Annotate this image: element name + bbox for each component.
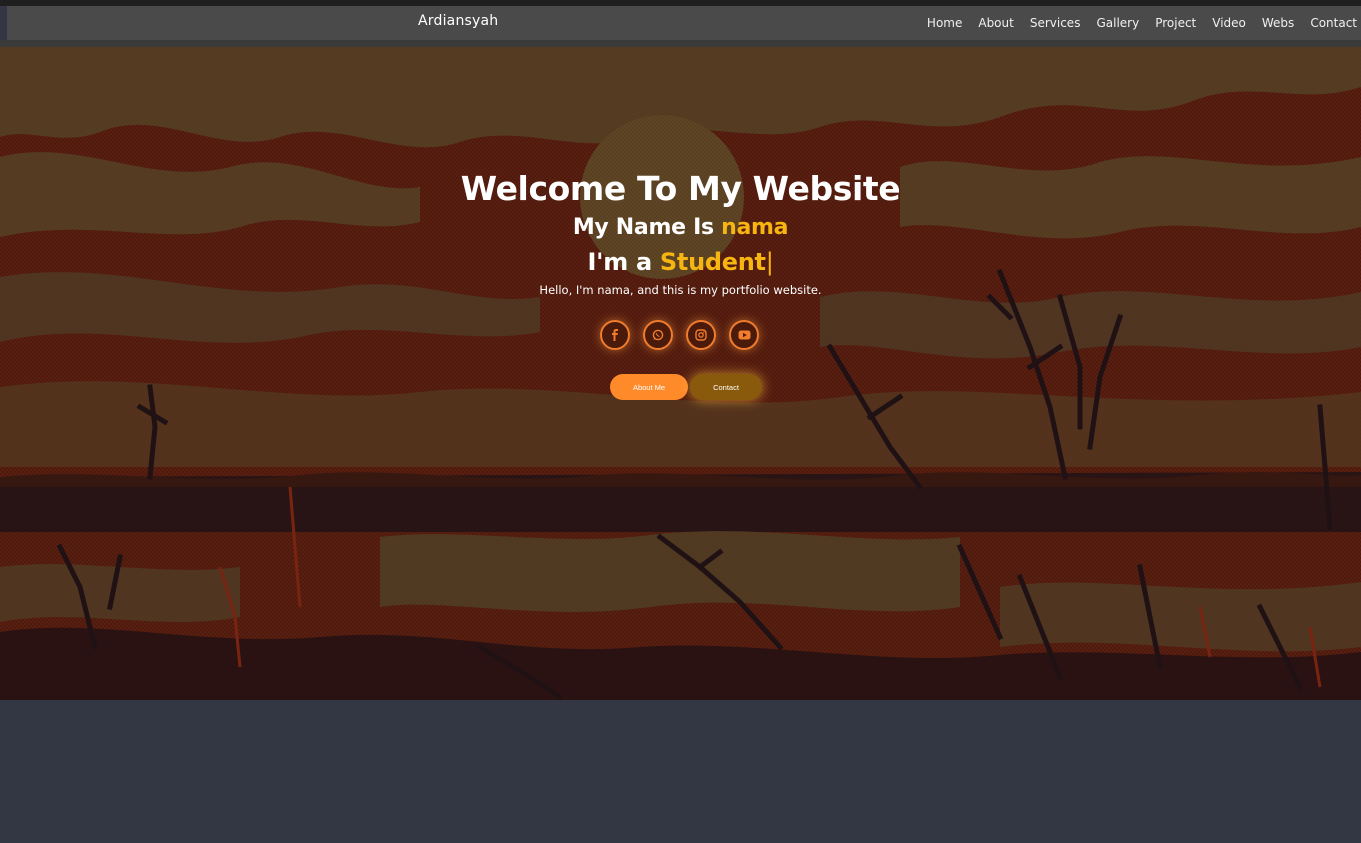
nav-link-video[interactable]: Video xyxy=(1212,16,1246,30)
nav-link-project[interactable]: Project xyxy=(1155,16,1196,30)
hero-name: nama xyxy=(721,215,789,240)
nav-link-about[interactable]: About xyxy=(978,16,1013,30)
nav-links: Home About Services Gallery Project Vide… xyxy=(911,16,1357,30)
youtube-icon xyxy=(738,330,750,340)
nav-link-home[interactable]: Home xyxy=(927,16,962,30)
facebook-link[interactable] xyxy=(600,320,630,350)
nav-link-gallery[interactable]: Gallery xyxy=(1096,16,1139,30)
contact-button[interactable]: Contact xyxy=(690,374,762,400)
youtube-link[interactable] xyxy=(729,320,759,350)
social-links xyxy=(600,320,759,350)
facebook-icon xyxy=(612,329,618,341)
hero-headline: Welcome To My Website xyxy=(460,169,901,208)
below-hero-section xyxy=(0,700,1361,843)
navbar: Ardiansyah Home About Services Gallery P… xyxy=(7,6,1361,40)
hero-role-line: I'm a Student| xyxy=(0,248,1361,276)
nav-link-services[interactable]: Services xyxy=(1030,16,1081,30)
name-prefix: My Name Is xyxy=(572,215,722,240)
nav-link-webs[interactable]: Webs xyxy=(1262,16,1294,30)
typing-cursor: | xyxy=(765,248,774,276)
instagram-icon xyxy=(695,329,707,341)
role-prefix: I'm a xyxy=(587,248,660,276)
nav-link-contact[interactable]: Contact xyxy=(1310,16,1357,30)
whatsapp-icon xyxy=(652,329,664,341)
instagram-link[interactable] xyxy=(686,320,716,350)
about-me-button[interactable]: About Me xyxy=(610,374,688,400)
whatsapp-link[interactable] xyxy=(643,320,673,350)
hero-content: Welcome To My Website My Name Is nama I'… xyxy=(0,47,1361,700)
hero-section: Welcome To My Website My Name Is nama I'… xyxy=(0,47,1361,700)
hero-role: Student xyxy=(659,248,766,276)
hero-tagline: Hello, I'm nama, and this is my portfoli… xyxy=(539,283,822,297)
hero-name-line: My Name Is nama xyxy=(0,215,1361,240)
nav-divider xyxy=(0,40,1361,47)
brand-logo-text[interactable]: Ardiansyah xyxy=(418,13,498,29)
